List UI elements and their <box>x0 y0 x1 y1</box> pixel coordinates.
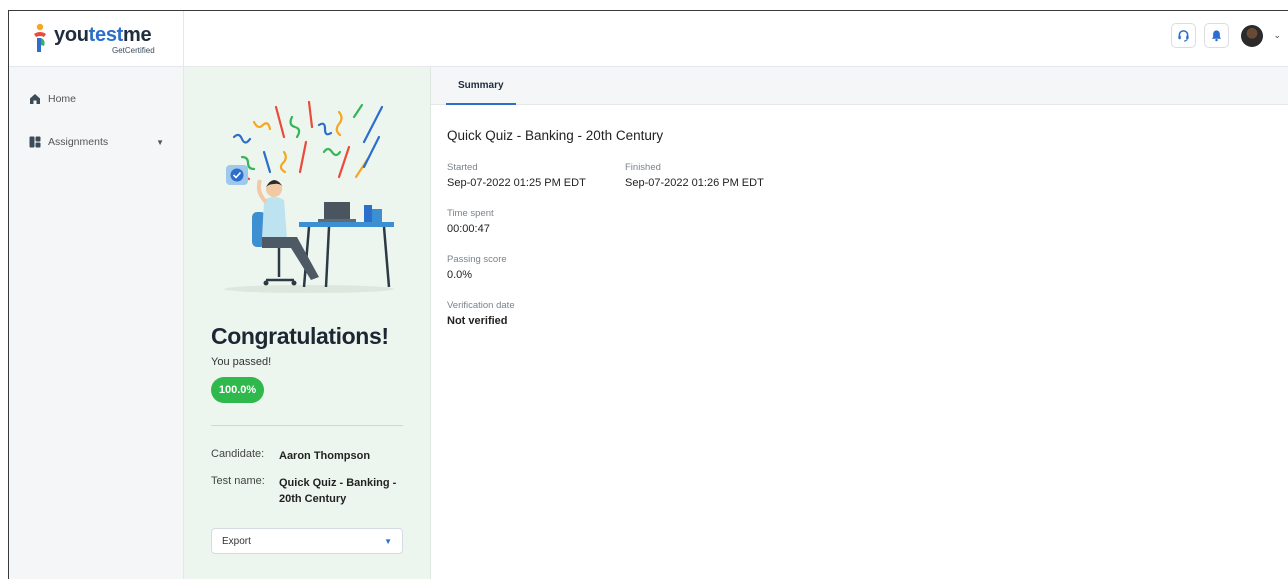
chevron-down-icon[interactable]: ▼ <box>156 138 164 147</box>
test-name-value: Quick Quiz - Banking - 20th Century <box>279 477 397 505</box>
time-spent-field: Time spent 00:00:47 <box>447 208 494 235</box>
verification-date-label: Verification date <box>447 300 515 311</box>
time-spent-value: 00:00:47 <box>447 223 490 235</box>
test-name-row: Test name: Quick Quiz - Banking - 20th C… <box>211 475 399 507</box>
sidebar-item-assignments[interactable]: Assignments ▼ <box>29 136 164 148</box>
quiz-title: Quick Quiz - Banking - 20th Century <box>447 128 664 143</box>
finished-label: Finished <box>625 162 661 173</box>
celebration-illustration <box>224 100 394 293</box>
logo[interactable]: youtestme GetCertified <box>9 11 184 67</box>
logo-tagline: GetCertified <box>112 46 155 55</box>
finished-field: Finished Sep-07-2022 01:26 PM EDT <box>625 162 764 189</box>
export-label: Export <box>222 535 251 547</box>
sidebar-item-label: Assignments <box>48 136 109 148</box>
started-label: Started <box>447 162 478 173</box>
headset-icon <box>1178 30 1190 42</box>
logo-person-icon <box>34 23 46 52</box>
main-content: Summary Quick Quiz - Banking - 20th Cent… <box>431 67 1288 579</box>
tab-bar: Summary <box>431 67 1288 105</box>
home-icon <box>30 94 40 104</box>
sidebar-item-home[interactable]: Home <box>29 93 76 105</box>
verification-date-field: Verification date Not verified <box>447 300 515 327</box>
test-name-label: Test name: <box>211 475 265 487</box>
export-dropdown[interactable]: Export ▼ <box>211 528 403 554</box>
divider <box>211 425 403 426</box>
notifications-button[interactable] <box>1204 23 1230 48</box>
finished-value: Sep-07-2022 01:26 PM EDT <box>625 177 764 189</box>
app-window: youtestme GetCertified ⌄ Home Assignment… <box>8 10 1288 579</box>
candidate-row: Candidate: Aaron Thompson <box>211 448 399 464</box>
congratulations-heading: Congratulations! <box>211 323 389 349</box>
pass-status-text: You passed! <box>211 356 272 368</box>
time-spent-label: Time spent <box>447 208 494 219</box>
header-actions: ⌄ <box>1171 23 1281 48</box>
result-panel: Congratulations! You passed! 100.0% Cand… <box>184 67 431 579</box>
candidate-label: Candidate: <box>211 448 265 460</box>
chevron-down-icon[interactable]: ⌄ <box>1273 30 1281 41</box>
passing-score-value: 0.0% <box>447 269 473 281</box>
chevron-down-icon: ▼ <box>384 536 392 546</box>
user-avatar[interactable] <box>1241 24 1264 47</box>
score-badge: 100.0% <box>211 377 264 403</box>
sidebar-item-label: Home <box>48 93 77 105</box>
passing-score-label: Passing score <box>447 254 507 265</box>
verification-date-value: Not verified <box>447 315 508 327</box>
started-field: Started Sep-07-2022 01:25 PM EDT <box>447 162 586 189</box>
candidate-value: Aaron Thompson <box>279 450 371 462</box>
assignments-icon <box>29 136 41 148</box>
passing-score-field: Passing score 0.0% <box>447 254 507 281</box>
started-value: Sep-07-2022 01:25 PM EDT <box>447 177 586 189</box>
sidebar: Home Assignments ▼ <box>9 67 184 579</box>
bell-icon <box>1212 30 1222 42</box>
top-bar: youtestme GetCertified ⌄ <box>9 11 1288 67</box>
tab-summary[interactable]: Summary <box>446 67 516 105</box>
support-button[interactable] <box>1171 23 1197 48</box>
logo-wordmark: youtestme <box>54 24 152 46</box>
